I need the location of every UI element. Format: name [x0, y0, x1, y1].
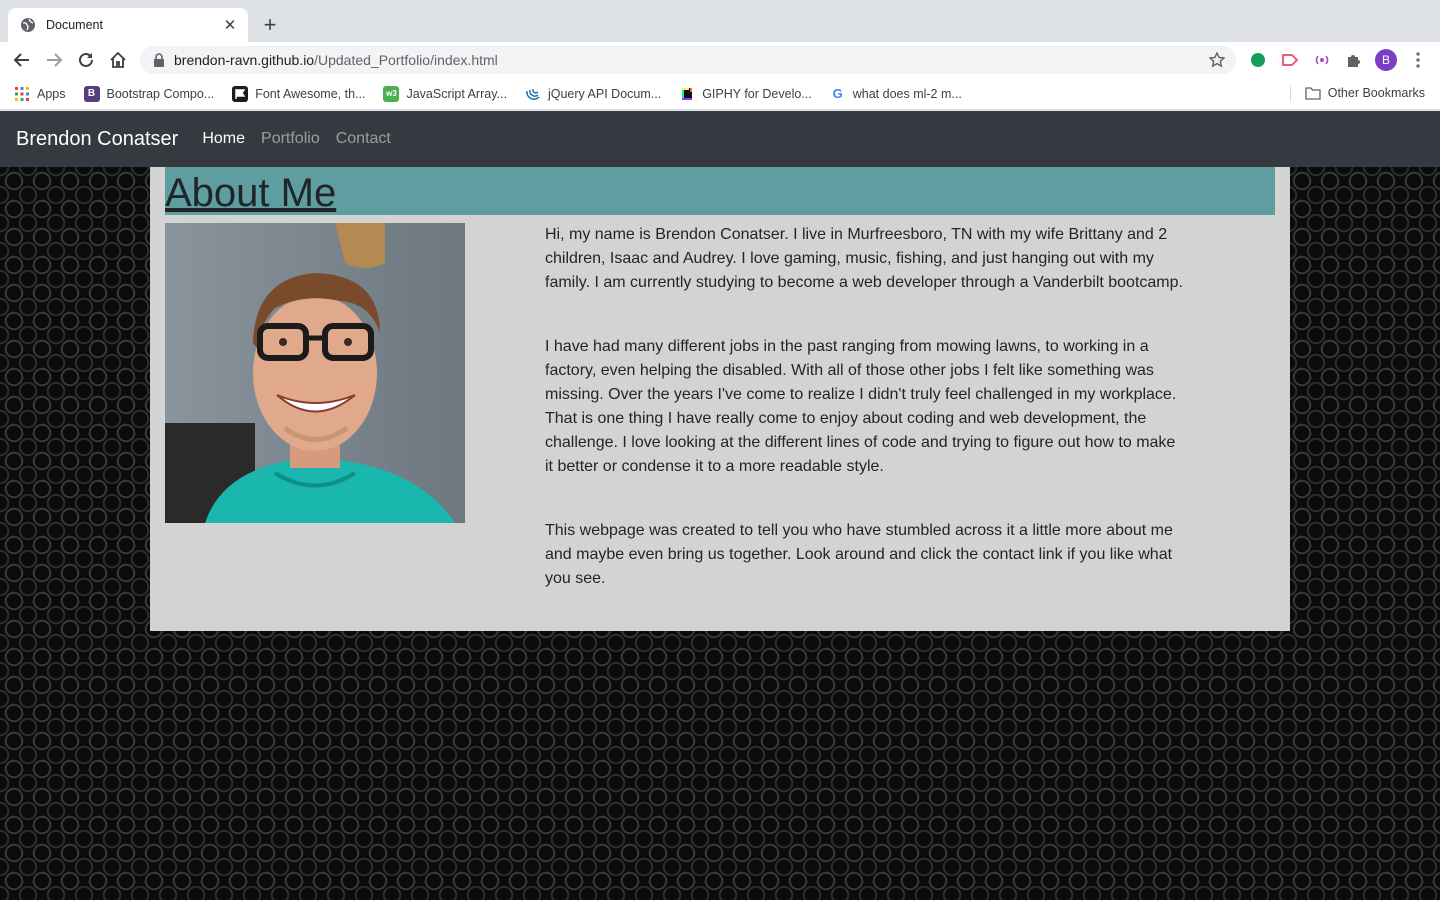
giphy-icon — [679, 86, 695, 102]
font-awesome-flag-icon — [232, 85, 249, 102]
bookmark-star-icon[interactable] — [1208, 51, 1226, 69]
bookmark-google-search[interactable]: G what does ml-2 m... — [830, 86, 962, 102]
bio-paragraph-jobs: I have had many different jobs in the pa… — [545, 338, 1177, 475]
jquery-icon — [525, 86, 541, 102]
bookmark-label: Bootstrap Compo... — [106, 86, 215, 101]
site-navbar: Brendon Conatser Home Portfolio Contact — [0, 111, 1440, 167]
bookmark-bootstrap[interactable]: B Bootstrap Compo... — [83, 85, 215, 102]
bookmark-label: what does ml-2 m... — [852, 86, 962, 101]
new-tab-plus-icon[interactable]: + — [258, 13, 282, 37]
browser-tab[interactable]: Document ✕ — [8, 8, 248, 42]
bookmark-label: JavaScript Array... — [406, 86, 507, 101]
nav-link-contact[interactable]: Contact — [336, 130, 391, 148]
close-icon[interactable]: ✕ — [222, 17, 238, 33]
nav-link-home[interactable]: Home — [202, 130, 245, 148]
tab-title: Document — [46, 18, 103, 32]
profile-avatar[interactable]: B — [1375, 49, 1397, 71]
bookmarks-bar: Apps B Bootstrap Compo... Font Awesome, … — [0, 78, 1440, 110]
w3schools-icon: w3 — [383, 85, 400, 102]
google-icon: G — [832, 86, 843, 101]
reload-icon[interactable] — [74, 48, 98, 72]
bookmark-apps[interactable]: Apps — [14, 86, 66, 102]
page-viewport: Brendon Conatser Home Portfolio Contact … — [0, 111, 1440, 900]
bootstrap-icon: B — [83, 85, 100, 102]
bookmarks-separator — [1290, 86, 1291, 102]
folder-icon — [1305, 86, 1321, 100]
bookmark-font-awesome[interactable]: Font Awesome, th... — [232, 85, 366, 102]
browser-toolbar: brendon-ravn.github.io/Updated_Portfolio… — [0, 42, 1440, 78]
lock-icon — [152, 53, 166, 67]
bookmark-javascript-array[interactable]: w3 JavaScript Array... — [383, 85, 507, 102]
more-menu-icon[interactable] — [1408, 50, 1428, 70]
broadcast-extension-icon[interactable] — [1312, 50, 1332, 70]
bookmark-label: GIPHY for Develo... — [702, 86, 812, 101]
bookmark-label: jQuery API Docum... — [547, 86, 662, 101]
page-title: About Me — [165, 171, 337, 215]
extensions-puzzle-icon[interactable] — [1344, 50, 1364, 70]
about-bio: Hi, my name is Brendon Conatser. I live … — [545, 223, 1185, 631]
other-bookmarks[interactable]: Other Bookmarks — [1305, 86, 1425, 100]
address-bar[interactable]: brendon-ravn.github.io/Updated_Portfolio… — [140, 46, 1236, 74]
bio-paragraph-intro: Hi, my name is Brendon Conatser. I live … — [545, 226, 1183, 291]
green-extension-icon[interactable] — [1248, 50, 1268, 70]
forward-arrow-icon[interactable] — [42, 48, 66, 72]
bookmark-label: Apps — [37, 86, 66, 101]
bookmark-giphy[interactable]: GIPHY for Develo... — [679, 86, 812, 102]
globe-icon — [20, 17, 36, 33]
home-icon[interactable] — [106, 48, 130, 72]
profile-photo — [165, 223, 465, 523]
apps-grid-icon — [14, 86, 30, 102]
about-container: About Me Hi, my name is Brendon Conatser… — [150, 167, 1290, 631]
bookmark-label: Font Awesome, th... — [255, 86, 366, 101]
browser-tabstrip: Document ✕ + — [0, 0, 1440, 42]
other-bookmarks-label: Other Bookmarks — [1327, 86, 1425, 100]
bio-paragraph-purpose: This webpage was created to tell you who… — [545, 522, 1173, 587]
url-host: brendon-ravn.github.io — [174, 52, 315, 68]
back-arrow-icon[interactable] — [10, 48, 34, 72]
url-path: /Updated_Portfolio/index.html — [314, 52, 498, 68]
about-header-band: About Me — [165, 167, 1275, 215]
bookmark-jquery[interactable]: jQuery API Docum... — [525, 86, 661, 102]
screen-recorder-extension-icon[interactable] — [1280, 50, 1300, 70]
nav-link-portfolio[interactable]: Portfolio — [261, 130, 320, 148]
site-brand[interactable]: Brendon Conatser — [16, 128, 178, 151]
